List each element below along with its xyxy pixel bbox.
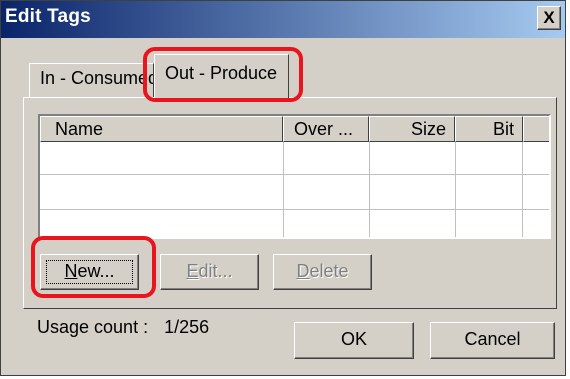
- delete-button[interactable]: Delete: [273, 254, 372, 290]
- tab-out-produce-label: Out - Produce: [165, 63, 278, 83]
- edit-label: dit...: [198, 261, 233, 281]
- column-header-size[interactable]: Size: [369, 116, 455, 142]
- usage-value: 1/256: [164, 317, 210, 337]
- grid-line: [369, 142, 370, 237]
- column-header-name[interactable]: Name: [40, 116, 283, 142]
- title-bar[interactable]: Edit Tags X: [1, 1, 565, 38]
- column-header-bit[interactable]: Bit: [455, 116, 523, 142]
- delete-mnemonic: D: [296, 261, 310, 281]
- tags-table[interactable]: Name Over ... Size Bit: [38, 114, 551, 239]
- edit-mnemonic: E: [186, 261, 199, 281]
- grid-line: [283, 142, 284, 237]
- close-icon: X: [543, 8, 555, 27]
- column-header-over[interactable]: Over ...: [283, 116, 369, 142]
- usage-label: Usage count :: [37, 317, 149, 337]
- close-button[interactable]: X: [537, 6, 561, 30]
- focus-rect: [46, 260, 133, 284]
- grid-line: [40, 209, 549, 210]
- grid-line: [522, 142, 523, 237]
- column-header-filler: [523, 116, 549, 142]
- tab-in-consumed[interactable]: In - Consumed: [29, 63, 154, 97]
- dialog-title: Edit Tags: [5, 6, 91, 27]
- usage-count: Usage count : 1/256: [37, 317, 209, 338]
- tab-out-produce[interactable]: Out - Produce: [154, 54, 289, 99]
- edit-tags-dialog: Edit Tags X In - Consumed Out - Produce …: [0, 0, 566, 376]
- new-button[interactable]: New...: [40, 254, 139, 290]
- tab-in-consumed-label: In - Consumed: [40, 68, 154, 88]
- grid-line: [455, 142, 456, 237]
- grid-line: [40, 174, 549, 175]
- ok-button[interactable]: OK: [294, 322, 414, 359]
- cancel-button[interactable]: Cancel: [430, 322, 555, 359]
- edit-button[interactable]: Edit...: [160, 254, 259, 290]
- delete-label: elete: [309, 261, 349, 281]
